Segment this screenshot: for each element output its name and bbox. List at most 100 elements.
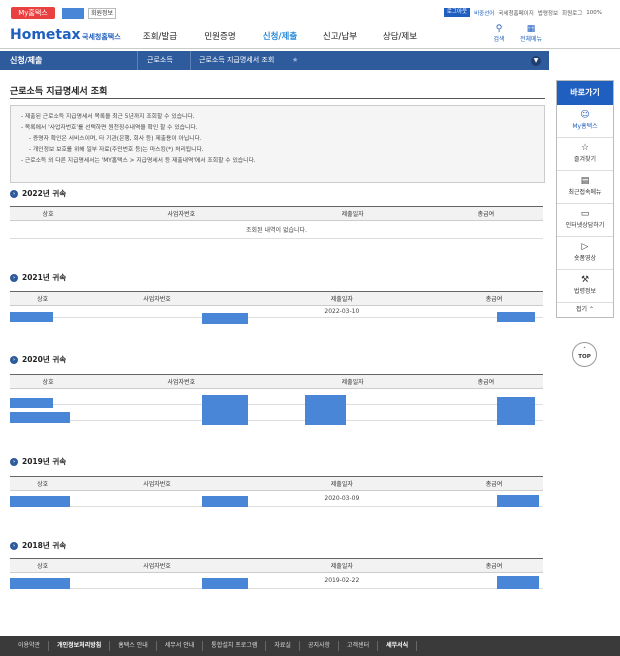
table-2020: 상호 사업자번호 제출일자 총급여: [10, 374, 543, 421]
quick-menu: 바로가기 ☺ My홈택스 ☆ 즐겨찾기 ▤ 최근접속메뉴 ▭ 인터넷상담하기 ▷ 숏폼영상…: [556, 80, 614, 318]
col-header-bizno: 사업자번호: [75, 558, 239, 573]
masked-business-number[interactable]: [202, 395, 248, 425]
section-heading-2022: › 2022년 귀속: [10, 188, 66, 199]
my-hometax-button[interactable]: My홈택스: [11, 7, 55, 19]
favorite-star-icon[interactable]: ★: [292, 51, 298, 70]
footer-link[interactable]: 홈택스 안내: [110, 641, 157, 651]
zoom-level[interactable]: 100%: [586, 10, 602, 16]
notice-line: - 제출된 근로소득 지급명세서 목록을 최근 5년까지 조회할 수 있습니다.: [21, 114, 195, 120]
chevron-circle-icon: ›: [10, 355, 18, 364]
breadcrumb-separator: [137, 51, 138, 70]
masked-user-name: [62, 8, 84, 19]
masked-company-name: [10, 578, 70, 589]
top-label: TOP: [578, 354, 591, 360]
section-heading-2019: › 2019년 귀속: [10, 456, 66, 467]
section-title: 2018년 귀속: [22, 541, 67, 550]
col-header-bizno: 사업자번호: [75, 291, 239, 306]
table-row: 2020-03-09: [10, 490, 543, 507]
member-info-button[interactable]: 회원정보: [88, 8, 117, 19]
col-header-date: 제출일자: [276, 206, 429, 221]
all-menu-button[interactable]: ▦ 전체메뉴: [516, 24, 546, 43]
nav-item-certificate[interactable]: 민원증명: [190, 30, 250, 42]
notice-box: - 제출된 근로소득 지급명세서 목록을 최근 5년까지 조회할 수 있습니다.…: [10, 105, 545, 183]
breadcrumb-home[interactable]: 신청/제출: [10, 51, 42, 70]
scroll-top-button[interactable]: ˄ TOP: [572, 342, 597, 367]
util-link-law[interactable]: 법령정보: [538, 9, 558, 17]
util-link-log[interactable]: 회원로그: [562, 9, 582, 17]
footer-link[interactable]: 공지사항: [300, 641, 340, 651]
person-icon: ☺: [580, 110, 590, 120]
quick-item-consult[interactable]: ▭ 인터넷상담하기: [557, 204, 613, 237]
col-header-pay: 총급여: [428, 206, 543, 221]
masked-business-number[interactable]: [202, 496, 248, 507]
notice-line: - 근로소득 외 다른 지급명세서는 'MY홈택스 > 지급명세서 등 제출내역…: [21, 158, 256, 164]
nav-item-consult[interactable]: 상담/제보: [370, 30, 430, 42]
notice-line: - 증명자 확인은 서비스이며, 타 기관(은행, 회사 등) 제출용이 아닙니…: [29, 136, 202, 142]
breadcrumb-current[interactable]: 근로소득 지급명세서 조회: [199, 51, 274, 70]
footer-link[interactable]: 통합설치 프로그램: [203, 641, 267, 651]
section-heading-2018: › 2018년 귀속: [10, 540, 66, 551]
col-header-pay: 총급여: [444, 291, 543, 306]
col-header-date: 제출일자: [276, 374, 429, 389]
col-header-bizno: 사업자번호: [86, 374, 277, 389]
footer-link[interactable]: 개인정보처리방침: [49, 641, 111, 651]
footer-nav: 이용약관 개인정보처리방침 홈택스 안내 세무서 안내 통합설치 프로그램 자료…: [0, 636, 620, 656]
quick-item-video[interactable]: ▷ 숏폼영상: [557, 237, 613, 270]
masked-company-name: [10, 412, 70, 423]
col-header-pay: 총급여: [444, 476, 543, 491]
table-2021: 상호 사업자번호 제출일자 총급여 2022-03-10: [10, 291, 543, 318]
quick-item-recent[interactable]: ▤ 최근접속메뉴: [557, 171, 613, 204]
util-link-nts[interactable]: 국세청홈페이지: [498, 9, 533, 17]
fold-button[interactable]: 접기 ⌃: [557, 303, 613, 317]
search-button[interactable]: ⚲ 검색: [484, 24, 514, 43]
col-header-name: 상호: [10, 476, 76, 491]
footer-link[interactable]: 세무서식: [378, 641, 418, 651]
section-heading-2021: › 2021년 귀속: [10, 272, 66, 283]
col-header-date: 제출일자: [238, 291, 445, 306]
masked-company-name: [10, 496, 70, 507]
table-row: [10, 388, 543, 405]
section-title: 2021년 귀속: [22, 273, 67, 282]
all-menu-label: 전체메뉴: [519, 36, 543, 43]
col-header-name: 상호: [10, 558, 76, 573]
nav-item-report[interactable]: 신고/납부: [310, 30, 370, 42]
chevron-down-icon[interactable]: ▼: [531, 56, 541, 66]
nav-item-lookup[interactable]: 조회/발급: [130, 30, 190, 42]
footer-link[interactable]: 고객센터: [339, 641, 379, 651]
masked-business-number[interactable]: [202, 578, 248, 589]
table-2022: 상호 사업자번호 제출일자 총급여 조회된 내역이 없습니다.: [10, 206, 543, 239]
breadcrumb-item[interactable]: 근로소득: [147, 51, 173, 70]
submit-date: 2022-03-10: [238, 305, 445, 318]
quick-item-label: 숏폼영상: [573, 255, 597, 262]
section-title: 2022년 귀속: [22, 189, 67, 198]
table-row: [10, 404, 543, 421]
gavel-icon: ⚒: [580, 275, 590, 285]
masked-submit-date: [305, 395, 346, 425]
footer-link[interactable]: 이용약관: [10, 641, 50, 651]
nav-item-apply[interactable]: 신청/제출: [250, 30, 310, 42]
masked-total-pay: [497, 576, 539, 589]
notice-line: - 목록에서 '사업자번호'를 선택하면 원천징수내역을 확인 할 수 있습니다…: [21, 125, 198, 131]
quick-item-my-hometax[interactable]: ☺ My홈택스: [557, 105, 613, 138]
logout-button[interactable]: 로그아웃: [443, 8, 471, 17]
quick-item-label: 인터넷상담하기: [565, 222, 605, 229]
submit-date: 2020-03-09: [238, 490, 445, 507]
chevron-circle-icon: ›: [10, 457, 18, 466]
hometax-logo[interactable]: Hometax 국세청홈택스: [10, 24, 130, 46]
logo-subtext: 국세청홈택스: [82, 33, 121, 41]
col-header-date: 제출일자: [238, 476, 445, 491]
masked-company-name: [10, 398, 53, 408]
nav-divider: [0, 48, 620, 49]
page-title: 근로소득 지급명세서 조회: [10, 87, 108, 97]
quick-item-law[interactable]: ⚒ 법령정보: [557, 270, 613, 303]
table-row: 2019-02-22: [10, 572, 543, 589]
laptop-icon: ▭: [580, 209, 590, 219]
footer-link[interactable]: 자료실: [266, 641, 300, 651]
main-nav: 조회/발급 민원증명 신청/제출 신고/납부 상담/제보: [130, 30, 430, 42]
recent-icon: ▤: [580, 176, 590, 186]
quick-item-favorites[interactable]: ☆ 즐겨찾기: [557, 138, 613, 171]
col-header-name: 상호: [10, 291, 76, 306]
footer-link[interactable]: 세무서 안내: [157, 641, 204, 651]
masked-business-number[interactable]: [202, 313, 248, 324]
notice-line: - 개인정보 보호를 위해 일부 자료(주민번호 등)는 마스킹(*) 처리됩니…: [29, 147, 204, 153]
